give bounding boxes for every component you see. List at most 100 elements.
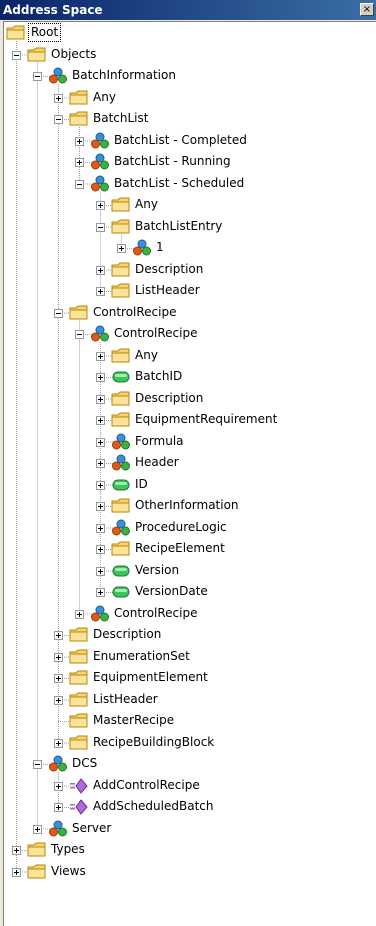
folder-icon <box>111 497 131 515</box>
expand-toggle[interactable] <box>54 652 63 662</box>
expand-toggle[interactable] <box>96 394 105 404</box>
expand-toggle[interactable] <box>96 373 105 382</box>
tree-node-label[interactable]: Root <box>28 23 62 42</box>
expand-toggle[interactable] <box>54 631 63 640</box>
tree-node-label[interactable]: MasterRecipe <box>91 711 176 730</box>
folder-icon <box>69 304 89 322</box>
object-node-icon <box>48 67 68 85</box>
expand-toggle[interactable] <box>54 695 63 705</box>
close-button[interactable]: × <box>360 3 374 16</box>
tree-node-label[interactable]: Any <box>133 346 160 365</box>
folder-icon <box>111 196 131 214</box>
expand-toggle[interactable] <box>54 781 63 791</box>
tree-node-label[interactable]: OtherInformation <box>133 496 241 515</box>
object-node-icon <box>111 454 131 472</box>
object-node-icon <box>90 325 110 343</box>
expand-toggle[interactable] <box>96 480 105 490</box>
tree-node-label[interactable]: RecipeElement <box>133 539 227 558</box>
tree-node-label[interactable]: AddControlRecipe <box>91 776 202 795</box>
expand-toggle[interactable] <box>54 803 63 812</box>
expand-toggle[interactable] <box>96 351 105 361</box>
expand-toggle[interactable] <box>75 136 84 146</box>
object-node-icon <box>90 132 110 150</box>
expand-toggle[interactable] <box>54 674 63 683</box>
expand-toggle[interactable] <box>96 201 105 210</box>
folder-icon <box>69 734 89 752</box>
expand-toggle[interactable] <box>96 459 105 468</box>
tree-node-label[interactable]: Header <box>133 453 181 472</box>
expand-toggle[interactable] <box>96 523 105 533</box>
expand-toggle[interactable] <box>96 502 105 511</box>
tree-node-label[interactable]: ControlRecipe <box>91 303 179 322</box>
collapse-toggle[interactable] <box>96 222 105 232</box>
collapse-toggle[interactable] <box>54 308 63 318</box>
expand-toggle[interactable] <box>54 738 63 748</box>
method-node-icon <box>69 798 89 816</box>
tree-node-label[interactable]: BatchID <box>133 367 184 386</box>
expand-toggle[interactable] <box>75 609 84 619</box>
expand-toggle[interactable] <box>96 416 105 425</box>
tree-node-label[interactable]: ID <box>133 475 150 494</box>
tree-node-label[interactable]: BatchList - Running <box>112 152 233 171</box>
object-node-icon <box>111 433 131 451</box>
tree-node-label[interactable]: Version <box>133 561 181 580</box>
tree-node-label[interactable]: EquipmentElement <box>91 668 210 687</box>
collapse-toggle[interactable] <box>75 179 84 189</box>
tree-node-label[interactable]: Any <box>91 88 118 107</box>
tree-node-label[interactable]: BatchList <box>91 109 150 128</box>
tree-node-label[interactable]: BatchInformation <box>70 66 178 85</box>
expand-toggle[interactable] <box>33 824 42 834</box>
expand-toggle[interactable] <box>96 545 105 554</box>
expand-toggle[interactable] <box>96 287 105 296</box>
tree-node-label[interactable]: AddScheduledBatch <box>91 797 216 816</box>
tree-node-label[interactable]: ControlRecipe <box>112 324 200 343</box>
tree-node-label[interactable]: Objects <box>49 45 98 64</box>
folder-icon <box>111 540 131 558</box>
object-node-icon <box>48 755 68 773</box>
tree-node-label[interactable]: Views <box>49 862 88 881</box>
collapse-toggle[interactable] <box>33 72 42 81</box>
collapse-toggle[interactable] <box>54 115 63 124</box>
tree-node-label[interactable]: EnumerationSet <box>91 647 192 666</box>
tree-node-label[interactable]: Types <box>49 840 87 859</box>
tree-node-label[interactable]: Any <box>133 195 160 214</box>
tree-node-label[interactable]: Formula <box>133 432 186 451</box>
method-node-icon <box>69 777 89 795</box>
tree-node-label[interactable]: EquipmentRequirement <box>133 410 279 429</box>
expand-toggle[interactable] <box>96 437 105 447</box>
collapse-toggle[interactable] <box>12 50 21 60</box>
address-space-tree[interactable]: Root Objects BatchInformation Any BatchList B… <box>3 21 376 926</box>
expand-toggle[interactable] <box>96 566 105 576</box>
tree-node-label[interactable]: Description <box>133 260 205 279</box>
tree-node-label[interactable]: ControlRecipe <box>112 604 200 623</box>
folder-icon <box>69 89 89 107</box>
tree-node-label[interactable]: VersionDate <box>133 582 210 601</box>
folder-icon <box>69 712 89 730</box>
folder-icon <box>111 261 131 279</box>
tree-node-label[interactable]: RecipeBuildingBlock <box>91 733 216 752</box>
expand-toggle[interactable] <box>96 265 105 275</box>
tree-node-label[interactable]: Description <box>91 625 163 644</box>
expand-toggle[interactable] <box>54 93 63 103</box>
tree-node-label[interactable]: ListHeader <box>133 281 202 300</box>
expand-toggle[interactable] <box>96 588 105 597</box>
tree-node-label[interactable]: ListHeader <box>91 690 160 709</box>
expand-toggle[interactable] <box>12 846 21 855</box>
collapse-toggle[interactable] <box>75 330 84 339</box>
tree-node-label[interactable]: Description <box>133 389 205 408</box>
folder-icon <box>111 218 131 236</box>
expand-toggle[interactable] <box>12 867 21 877</box>
folder-icon <box>111 411 131 429</box>
collapse-toggle[interactable] <box>33 760 42 769</box>
tree-node-label[interactable]: DCS <box>70 754 99 773</box>
tree-node-label[interactable]: 1 <box>154 238 166 257</box>
expand-toggle[interactable] <box>75 158 84 167</box>
tree-node-label[interactable]: BatchList - Scheduled <box>112 174 246 193</box>
tree-node-label[interactable]: BatchList - Completed <box>112 131 249 150</box>
tree-node-label[interactable]: BatchListEntry <box>133 217 224 236</box>
object-node-icon <box>48 820 68 838</box>
expand-toggle[interactable] <box>117 244 126 253</box>
folder-icon <box>69 626 89 644</box>
tree-node-label[interactable]: ProcedureLogic <box>133 518 229 537</box>
tree-node-label[interactable]: Server <box>70 819 113 838</box>
